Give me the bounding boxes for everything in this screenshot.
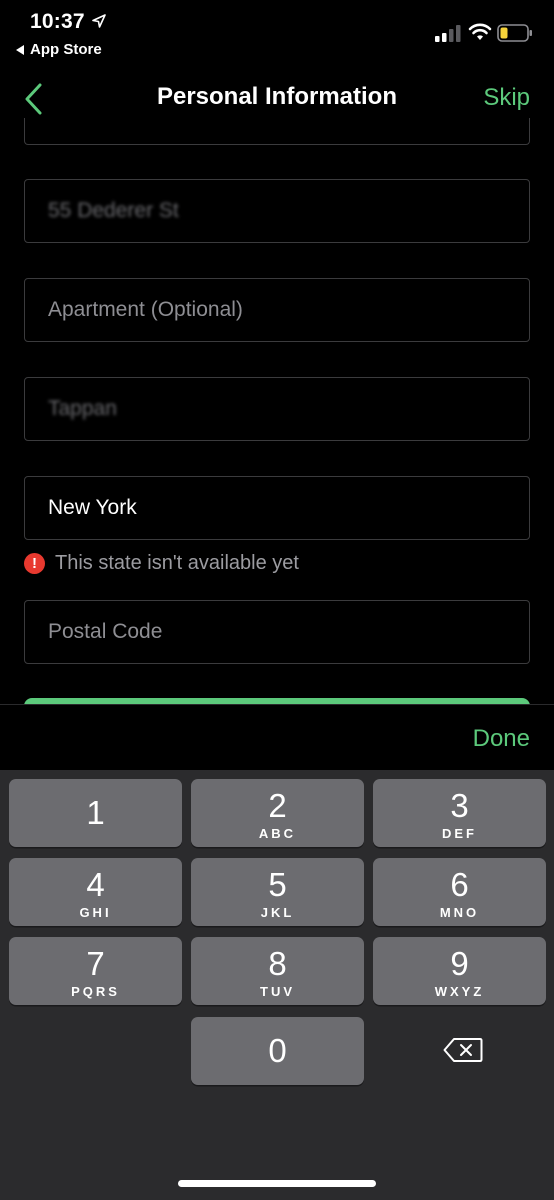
- page-title: Personal Information: [156, 83, 398, 110]
- city-field[interactable]: Tappan: [24, 377, 530, 441]
- key-9-digit: 9: [450, 945, 469, 982]
- postal-code-field[interactable]: Postal Code: [24, 600, 530, 664]
- done-button[interactable]: Done: [473, 725, 530, 753]
- city-value: Tappan: [48, 397, 117, 420]
- key-3-letters: DEF: [442, 826, 477, 841]
- street-address-field[interactable]: 55 Dederer St: [24, 179, 530, 243]
- key-7-digit: 7: [86, 945, 105, 982]
- number-pad: 1 2 ABC 3 DEF 4 GHI 5 JKL 6 MNO 7 PQRS 8…: [0, 770, 554, 1200]
- key-7[interactable]: 7 PQRS: [9, 937, 182, 1005]
- key-6[interactable]: 6 MNO: [373, 858, 546, 926]
- key-7-letters: PQRS: [71, 984, 120, 999]
- state-error-text: This state isn't available yet: [55, 552, 299, 574]
- key-3-digit: 3: [450, 787, 469, 824]
- postal-code-placeholder: Postal Code: [48, 620, 163, 643]
- state-value: New York: [48, 496, 137, 519]
- key-8-letters: TUV: [260, 984, 295, 999]
- key-8[interactable]: 8 TUV: [191, 937, 364, 1005]
- street-address-value: 55 Dederer St: [48, 199, 179, 222]
- key-4[interactable]: 4 GHI: [9, 858, 182, 926]
- skip-button[interactable]: Skip: [483, 84, 530, 112]
- cellular-signal-icon: [435, 25, 461, 42]
- wifi-icon: [468, 23, 492, 40]
- exclamation-circle-icon: !: [24, 553, 45, 574]
- home-indicator[interactable]: [178, 1180, 376, 1187]
- key-5[interactable]: 5 JKL: [191, 858, 364, 926]
- key-9[interactable]: 9 WXYZ: [373, 937, 546, 1005]
- keyboard-accessory-bar: Done: [0, 704, 554, 770]
- backspace-icon[interactable]: [443, 1037, 483, 1063]
- battery-icon: [497, 24, 532, 42]
- back-triangle-icon: [16, 44, 24, 55]
- key-1-digit: 1: [86, 794, 105, 831]
- location-arrow-icon: [92, 14, 106, 28]
- key-2-letters: ABC: [258, 826, 297, 841]
- state-error-message: ! This state isn't available yet: [24, 552, 299, 575]
- status-time: 10:37: [30, 10, 85, 33]
- key-6-digit: 6: [450, 866, 469, 903]
- status-bar: 10:37 App Store: [0, 0, 554, 66]
- apartment-placeholder: Apartment (Optional): [48, 298, 243, 321]
- key-6-letters: MNO: [439, 905, 480, 920]
- key-4-letters: GHI: [79, 905, 112, 920]
- screen: 10:37 App Store Personal Information Ski…: [0, 0, 554, 1200]
- key-2[interactable]: 2 ABC: [191, 779, 364, 847]
- key-0-digit: 0: [268, 1032, 287, 1069]
- key-1[interactable]: 1: [9, 779, 182, 847]
- apartment-field[interactable]: Apartment (Optional): [24, 278, 530, 342]
- key-2-digit: 2: [268, 787, 287, 824]
- key-4-digit: 4: [86, 866, 105, 903]
- back-app-label: App Store: [30, 41, 102, 58]
- previous-field[interactable]: [24, 118, 530, 145]
- key-3[interactable]: 3 DEF: [373, 779, 546, 847]
- key-5-digit: 5: [268, 866, 287, 903]
- key-5-letters: JKL: [260, 905, 295, 920]
- key-0[interactable]: 0: [191, 1017, 364, 1085]
- back-to-app-store-link[interactable]: App Store: [16, 41, 102, 58]
- key-8-digit: 8: [268, 945, 287, 982]
- state-field[interactable]: New York: [24, 476, 530, 540]
- key-9-letters: WXYZ: [434, 984, 485, 999]
